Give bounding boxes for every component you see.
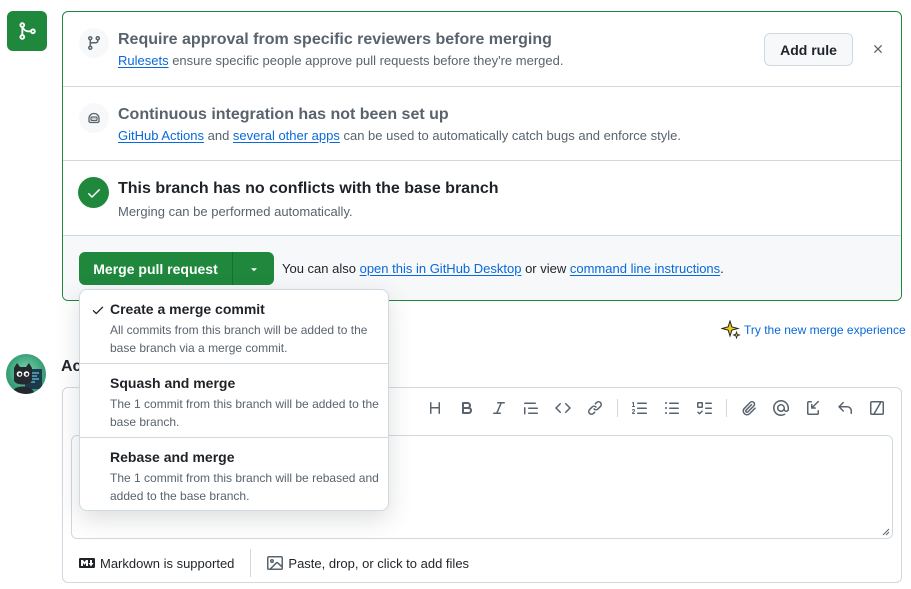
comment-footer: Markdown is supported Paste, drop, or cl… — [79, 549, 469, 577]
check-circle-icon — [78, 177, 109, 208]
ruleset-title: Require approval from specific reviewers… — [118, 31, 552, 48]
markdown-toolbar — [419, 396, 893, 420]
ruleset-section: Require approval from specific reviewers… — [63, 12, 901, 87]
github-desktop-link[interactable]: open this in GitHub Desktop — [360, 261, 522, 276]
slash-command-icon[interactable] — [861, 396, 893, 420]
add-rule-button[interactable]: Add rule — [764, 33, 853, 66]
conflicts-desc: Merging can be performed automatically. — [118, 204, 353, 219]
mention-icon[interactable] — [765, 396, 797, 420]
unordered-list-icon[interactable] — [656, 396, 688, 420]
other-apps-link[interactable]: several other apps — [233, 128, 340, 143]
git-branch-icon — [79, 28, 109, 58]
attach-files-button[interactable]: Paste, drop, or click to add files — [267, 555, 469, 571]
markdown-icon — [79, 558, 95, 568]
footer-divider — [250, 549, 252, 577]
markdown-support-link[interactable]: Markdown is supported — [79, 555, 234, 571]
merge-method-menu: Create a merge commit All commits from t… — [79, 289, 389, 511]
check-icon — [92, 306, 104, 315]
task-list-icon[interactable] — [688, 396, 720, 420]
ci-title: Continuous integration has not been set … — [118, 106, 449, 123]
bold-icon[interactable] — [451, 396, 483, 420]
merge-pull-request-button[interactable]: Merge pull request — [79, 252, 233, 285]
ordered-list-icon[interactable] — [624, 396, 656, 420]
merge-method-option[interactable]: Squash and merge The 1 commit from this … — [80, 364, 388, 438]
cross-reference-icon[interactable] — [797, 396, 829, 420]
copilot-bot-icon — [79, 103, 109, 133]
link-icon[interactable] — [579, 396, 611, 420]
resize-handle-icon[interactable] — [882, 528, 890, 536]
command-line-link[interactable]: command line instructions — [570, 261, 720, 276]
option-title: Rebase and merge — [110, 449, 235, 465]
conflicts-section: This branch has no conflicts with the ba… — [63, 161, 901, 236]
heading-icon[interactable] — [419, 396, 451, 420]
x-icon[interactable] — [867, 38, 889, 60]
merge-box: Require approval from specific reviewers… — [62, 11, 902, 301]
ci-section: Continuous integration has not been set … — [63, 87, 901, 161]
paperclip-icon[interactable] — [733, 396, 765, 420]
ruleset-desc: Rulesets ensure specific people approve … — [118, 53, 564, 68]
option-desc: The 1 commit from this branch will be re… — [110, 471, 379, 503]
option-title: Create a merge commit — [110, 301, 265, 317]
image-icon — [267, 556, 284, 570]
toolbar-divider — [726, 399, 727, 417]
toolbar-divider — [617, 399, 618, 417]
avatar[interactable] — [6, 354, 46, 394]
rulesets-link[interactable]: Rulesets — [118, 53, 169, 68]
reply-icon[interactable] — [829, 396, 861, 420]
italic-icon[interactable] — [483, 396, 515, 420]
try-new-merge-link[interactable]: Try the new merge experience — [721, 320, 906, 340]
quote-icon[interactable] — [515, 396, 547, 420]
triangle-down-icon[interactable] — [233, 252, 274, 285]
code-icon[interactable] — [547, 396, 579, 420]
merge-method-option[interactable]: Create a merge commit All commits from t… — [80, 290, 388, 364]
merge-method-option[interactable]: Rebase and merge The 1 commit from this … — [80, 438, 388, 510]
option-title: Squash and merge — [110, 375, 236, 391]
git-merge-icon — [7, 11, 47, 51]
github-actions-link[interactable]: GitHub Actions — [118, 128, 204, 143]
merge-alternatives-text: You can also open this in GitHub Desktop… — [282, 261, 724, 276]
option-desc: The 1 commit from this branch will be ad… — [110, 397, 379, 429]
merge-button-group: Merge pull request — [79, 252, 274, 285]
sparkles-icon — [721, 320, 741, 340]
conflicts-title: This branch has no conflicts with the ba… — [118, 180, 499, 197]
option-desc: All commits from this branch will be add… — [110, 323, 368, 355]
ci-desc: GitHub Actions and several other apps ca… — [118, 128, 681, 143]
